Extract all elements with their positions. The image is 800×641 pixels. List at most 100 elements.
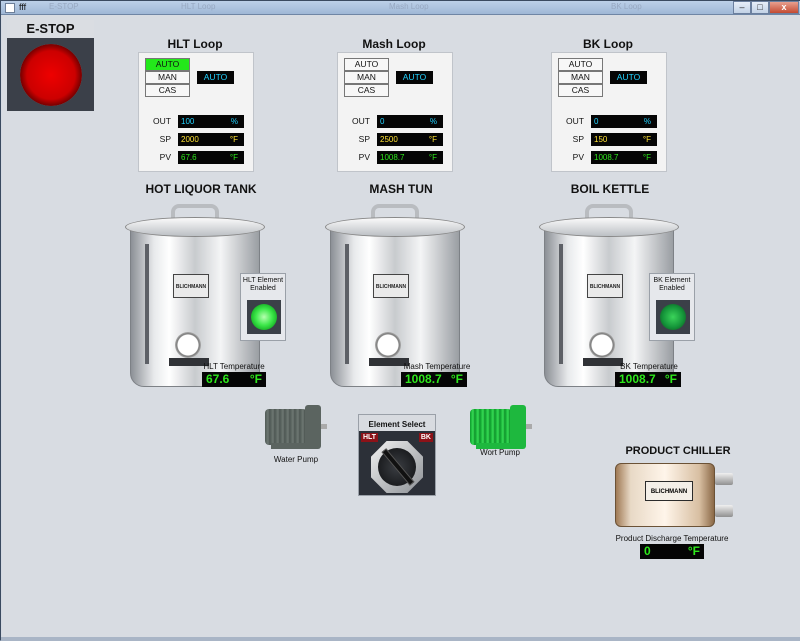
estop-label: E-STOP — [26, 21, 75, 36]
bk-element-light — [656, 300, 690, 334]
indicator-lamp-icon — [660, 304, 686, 330]
close-button[interactable]: x — [769, 1, 799, 14]
bk-out-unit: % — [643, 117, 651, 126]
bk-temp-unit: °F — [664, 372, 677, 386]
mash-temp-display: 1008.7 °F — [401, 372, 467, 387]
bk-element-indicator[interactable]: BK Element Enabled — [649, 273, 695, 341]
water-pump[interactable] — [265, 405, 327, 450]
mash-temp-unit: °F — [450, 372, 463, 386]
hlt-tank-title: HOT LIQUOR TANK — [145, 182, 257, 196]
mash-out-label: OUT — [352, 116, 370, 126]
tank-lid — [539, 217, 679, 237]
ghost-tab-hlt: HLT Loop — [181, 2, 216, 11]
mash-temp-label: Mash Temperature — [403, 362, 471, 371]
bk-temp-value: 1008.7 — [619, 372, 656, 386]
bk-pv-field: 1008.7 °F — [591, 151, 657, 164]
mash-pv-value: 1008.7 — [380, 153, 405, 162]
product-chiller: BLICHMANN — [615, 463, 741, 527]
maximize-button[interactable]: □ — [751, 1, 769, 14]
hlt-pv-field: 67.6 °F — [178, 151, 244, 164]
thermometer-gauge-icon — [589, 332, 615, 358]
chiller-port-icon — [715, 505, 733, 517]
taskbar-strip — [1, 637, 800, 641]
chiller-port-icon — [715, 473, 733, 485]
mash-pv-unit: °F — [428, 153, 437, 162]
hlt-sp-label: SP — [159, 134, 171, 144]
minimize-button[interactable]: – — [733, 1, 751, 14]
bk-auto-button[interactable]: AUTO — [558, 58, 603, 71]
chiller-title: PRODUCT CHILLER — [625, 445, 731, 457]
mash-temp-value: 1008.7 — [405, 372, 442, 386]
bk-pv-value: 1008.7 — [594, 153, 619, 162]
tank-logo: BLICHMANN — [373, 274, 409, 298]
ghost-tab-estop: E-STOP — [49, 2, 79, 11]
hlt-out-field[interactable]: 100% — [178, 115, 244, 128]
hlt-out-unit: % — [230, 117, 238, 126]
bk-sp-label: SP — [572, 134, 584, 144]
bk-mode-display: AUTO — [610, 71, 647, 84]
bk-out-field[interactable]: 0% — [591, 115, 657, 128]
hlt-temp-unit: °F — [249, 372, 262, 386]
mash-out-field[interactable]: 0% — [377, 115, 443, 128]
wort-pump-label: Wort Pump — [480, 448, 520, 457]
hlt-element-label: HLT Element Enabled — [242, 277, 284, 292]
product-discharge-label: Product Discharge Temperature — [615, 534, 729, 543]
bk-cas-button[interactable]: CAS — [558, 84, 603, 97]
hlt-element-light — [247, 300, 281, 334]
hlt-temp-value: 67.6 — [206, 372, 230, 386]
hlt-temp-label: HLT Temperature — [203, 362, 265, 371]
mash-mode-display: AUTO — [396, 71, 433, 84]
tank-lid — [325, 217, 465, 237]
selector-option-bk[interactable]: BK — [418, 433, 433, 442]
selector-option-hlt[interactable]: HLT — [361, 433, 379, 442]
hlt-element-indicator[interactable]: HLT Element Enabled — [240, 273, 286, 341]
hlt-auto-button[interactable]: AUTO — [145, 58, 190, 71]
hlt-cas-button[interactable]: CAS — [145, 84, 190, 97]
ghost-tab-bk: BK Loop — [611, 2, 642, 11]
product-discharge-unit: °F — [687, 544, 700, 558]
mash-loop-panel: AUTO MAN CAS AUTO OUT 0% SP 2500 °F PV 10… — [337, 52, 453, 172]
hlt-loop-title: HLT Loop — [167, 37, 223, 51]
bk-pv-unit: °F — [642, 153, 651, 162]
chiller-logo: BLICHMANN — [645, 481, 693, 501]
mash-auto-button[interactable]: AUTO — [344, 58, 389, 71]
wort-pump[interactable] — [470, 405, 532, 450]
window-title: fff — [19, 2, 27, 12]
hlt-pv-unit: °F — [229, 153, 238, 162]
selector-face: HLT BK — [359, 431, 435, 495]
mash-cas-button[interactable]: CAS — [344, 84, 389, 97]
pump-shaft — [321, 424, 327, 429]
mash-sp-value: 2500 — [380, 135, 398, 144]
sight-glass — [145, 244, 149, 364]
hlt-sp-field[interactable]: 2000 °F — [178, 133, 244, 146]
tank-logo: BLICHMANN — [587, 274, 623, 298]
app-icon — [5, 3, 15, 13]
hlt-pv-value: 67.6 — [181, 153, 197, 162]
product-discharge-value: 0 — [644, 544, 651, 558]
ghost-tab-mash: Mash Loop — [389, 2, 429, 11]
indicator-lamp-icon — [251, 304, 277, 330]
mash-man-button[interactable]: MAN — [344, 71, 389, 84]
mash-tun-title: MASH TUN — [369, 182, 433, 196]
mash-sp-label: SP — [358, 134, 370, 144]
bk-man-button[interactable]: MAN — [558, 71, 603, 84]
element-select-title: Element Select — [368, 420, 426, 429]
thermometer-gauge-icon — [375, 332, 401, 358]
bk-loop-title: BK Loop — [583, 37, 633, 51]
water-pump-icon — [265, 409, 307, 445]
title-bar: fff E-STOP HLT Loop Mash Loop BK Loop – … — [1, 1, 800, 15]
app-window: fff E-STOP HLT Loop Mash Loop BK Loop – … — [0, 0, 800, 641]
tank-logo: BLICHMANN — [173, 274, 209, 298]
hlt-man-button[interactable]: MAN — [145, 71, 190, 84]
bk-out-value: 0 — [594, 117, 599, 126]
tank-lid — [125, 217, 265, 237]
sight-glass — [559, 244, 563, 364]
product-discharge-display: 0 °F — [640, 544, 704, 559]
bk-sp-unit: °F — [642, 135, 651, 144]
mash-pv-label: PV — [358, 152, 370, 162]
mash-sp-field[interactable]: 2500 °F — [377, 133, 443, 146]
mash-out-value: 0 — [380, 117, 385, 126]
estop-button[interactable] — [20, 44, 82, 106]
hlt-pv-label: PV — [159, 152, 171, 162]
bk-sp-field[interactable]: 150 °F — [591, 133, 657, 146]
